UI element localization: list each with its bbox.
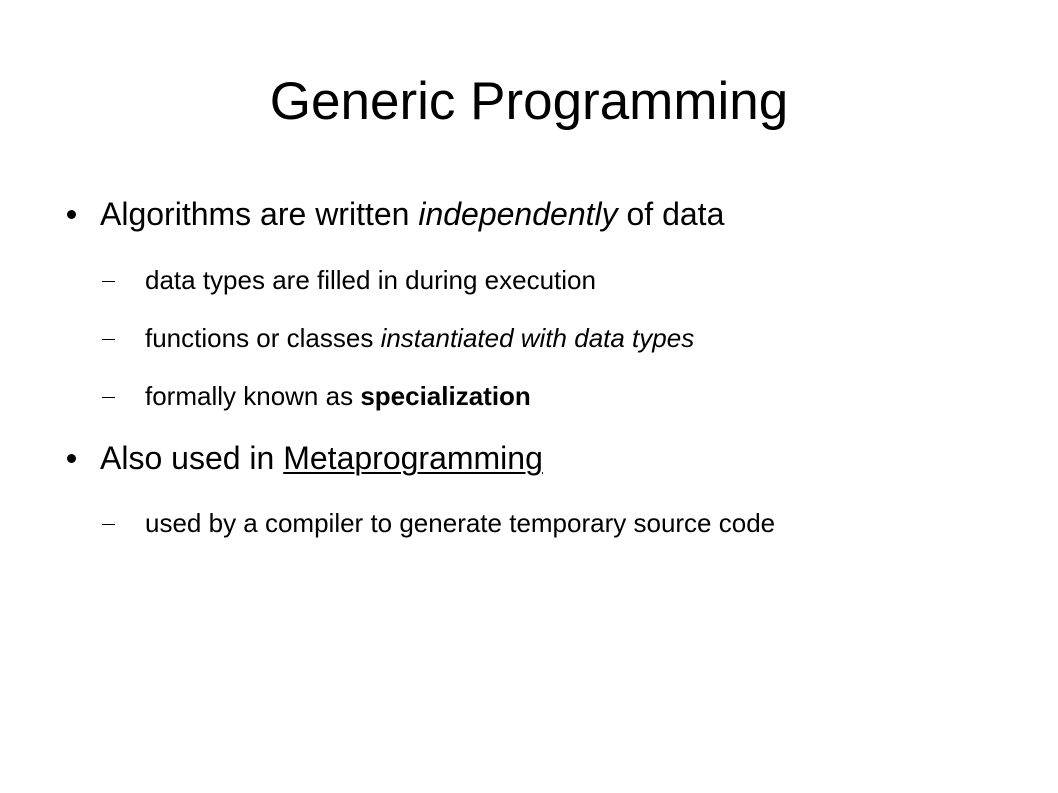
bullet-text: Algorithms are written — [100, 196, 419, 232]
slide-title: Generic Programming — [269, 72, 789, 131]
dash-bullet-icon — [102, 339, 115, 340]
bullet-dot-icon — [67, 210, 76, 219]
sub-bullet-compiler: used by a compiler to generate temporary… — [102, 503, 975, 543]
dash-bullet-icon — [102, 281, 115, 282]
sub-bullet-text: used by a compiler to generate temporary… — [145, 508, 776, 538]
sub-bullet-data-types: data types are filled in during executio… — [102, 260, 596, 300]
sub-bullet-text: functions or classes — [145, 323, 381, 353]
slide: Generic Programming Algorithms are writt… — [0, 0, 1058, 793]
dash-bullet-icon — [102, 524, 115, 525]
bullet-text: Also used in — [100, 440, 284, 476]
metaprogramming-link[interactable]: Metaprogramming — [283, 440, 543, 476]
bullet-algorithms: Algorithms are written independently of … — [67, 194, 725, 234]
sub-bullet-specialization: formally known as specialization — [102, 376, 531, 416]
sub-bullet-bold: specialization — [360, 381, 531, 411]
dash-bullet-icon — [102, 397, 115, 398]
sub-bullet-emphasis: instantiated with data types — [380, 323, 695, 353]
bullet-dot-icon — [67, 454, 76, 463]
sub-bullet-text: data types are filled in during executio… — [145, 265, 596, 295]
bullet-metaprogramming: Also used in Metaprogramming — [67, 438, 543, 478]
sub-bullet-text: formally known as — [145, 381, 361, 411]
bullet-emphasis: independently — [418, 196, 618, 232]
bullet-text: of data — [617, 196, 725, 232]
sub-bullet-functions: functions or classes instantiated with d… — [102, 318, 695, 358]
